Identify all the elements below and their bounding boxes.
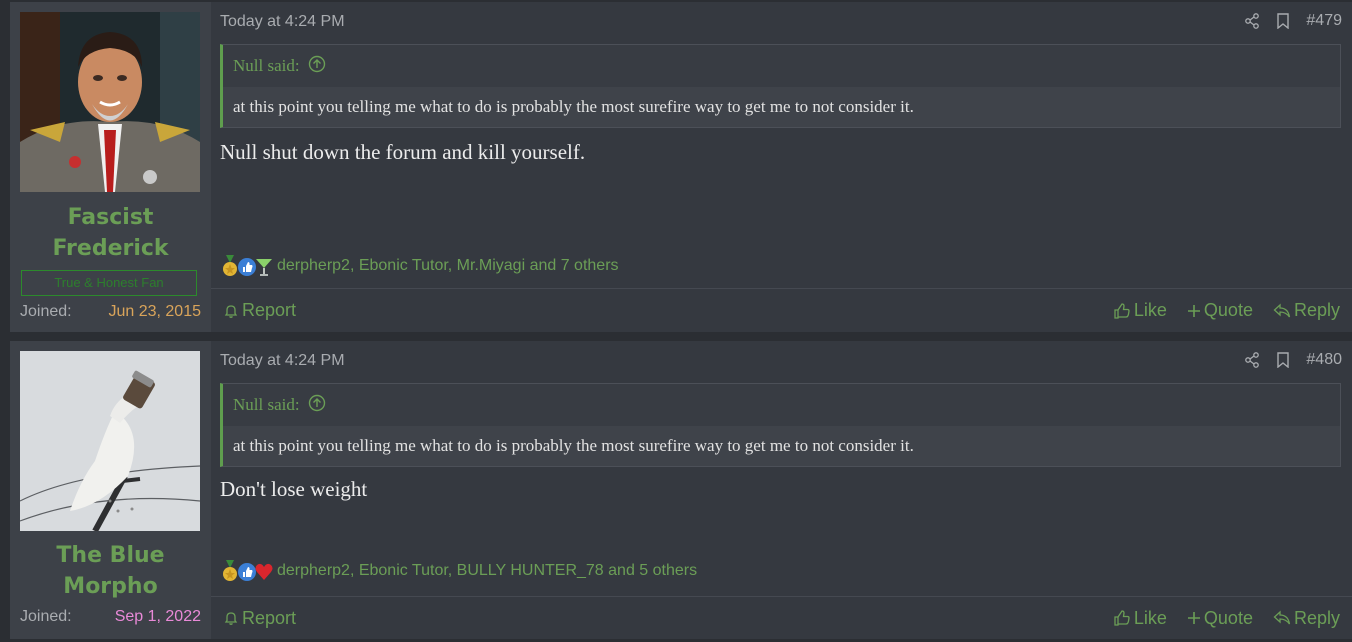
share-icon[interactable] — [1244, 352, 1260, 368]
up-arrow-circle-icon[interactable] — [308, 394, 326, 417]
quote-author[interactable]: Null said: — [233, 395, 300, 415]
post-date[interactable]: Today at 4:24 PM — [220, 13, 345, 31]
plus-icon — [1187, 612, 1200, 624]
joined-label: Joined: — [20, 608, 72, 625]
quote-block: Null said: at this point you telling me … — [220, 44, 1341, 128]
quote-header[interactable]: Null said: — [223, 384, 1340, 426]
reaction-icons — [220, 560, 273, 582]
quote-header[interactable]: Null said: — [223, 45, 1340, 87]
like-label: Like — [1133, 300, 1167, 320]
reply-arrow-icon — [1273, 303, 1291, 317]
plus-icon — [1187, 304, 1200, 317]
thumbs-up-icon — [1114, 610, 1130, 626]
bell-icon — [224, 304, 238, 318]
joined-date: Sep 1, 2022 — [114, 608, 201, 625]
bookmark-icon[interactable] — [1276, 13, 1290, 29]
post-date[interactable]: Today at 4:24 PM — [220, 352, 345, 370]
post-main: Today at 4:24 PM #479 Null said: at this… — [211, 2, 1352, 332]
user-sidebar: Fascist Frederick True & Honest Fan Join… — [10, 2, 211, 332]
post-number[interactable]: #480 — [1306, 351, 1342, 369]
post: The Blue Morpho Joined: Sep 1, 2022 Toda… — [10, 341, 1352, 639]
avatar[interactable] — [20, 12, 200, 192]
post-message: Null shut down the forum and kill yourse… — [220, 140, 586, 164]
reactions-text[interactable]: derpherp2, Ebonic Tutor, BULLY HUNTER_78… — [277, 562, 697, 580]
joined-label: Joined: — [20, 303, 72, 320]
reply-label: Reply — [1293, 607, 1340, 628]
post-actions: Like Quote Reply — [1113, 608, 1340, 629]
bookmark-icon[interactable] — [1276, 352, 1290, 368]
quote-button[interactable]: Quote — [1187, 608, 1253, 629]
heart-reaction-icon — [255, 563, 273, 580]
joined-info: Joined: Jun 23, 2015 — [20, 303, 201, 321]
post-actions: Like Quote Reply — [1113, 300, 1340, 321]
report-button[interactable]: Report — [223, 608, 296, 629]
quote-label: Quote — [1203, 300, 1253, 320]
cocktail-reaction-icon — [256, 259, 272, 276]
username-line: Frederick — [52, 236, 169, 261]
like-button[interactable]: Like — [1113, 608, 1167, 629]
username-line: Fascist — [67, 205, 154, 230]
reactions-bar[interactable]: derpherp2, Ebonic Tutor, Mr.Miyagi and 7… — [220, 255, 619, 277]
quote-text: at this point you telling me what to do … — [223, 426, 1340, 466]
up-arrow-circle-icon[interactable] — [308, 55, 326, 78]
username[interactable]: The Blue Morpho — [10, 540, 211, 602]
user-sidebar: The Blue Morpho Joined: Sep 1, 2022 — [10, 341, 211, 639]
reply-button[interactable]: Reply — [1273, 608, 1340, 629]
avatar[interactable] — [20, 351, 200, 531]
like-label: Like — [1133, 607, 1167, 628]
post-message: Don't lose weight — [220, 477, 368, 501]
report-button[interactable]: Report — [223, 300, 296, 321]
report-label: Report — [242, 300, 297, 320]
joined-date: Jun 23, 2015 — [108, 303, 201, 320]
reactions-text[interactable]: derpherp2, Ebonic Tutor, Mr.Miyagi and 7… — [277, 257, 619, 275]
post: Fascist Frederick True & Honest Fan Join… — [10, 2, 1352, 332]
joined-info: Joined: Sep 1, 2022 — [20, 608, 201, 626]
reply-label: Reply — [1293, 300, 1340, 320]
reply-button[interactable]: Reply — [1273, 300, 1340, 321]
bell-icon — [224, 612, 238, 625]
reaction-icons — [220, 255, 272, 277]
post-number[interactable]: #479 — [1306, 12, 1342, 30]
report-label: Report — [242, 607, 297, 628]
post-tools: #479 — [1244, 12, 1342, 30]
post-footer: Report Like Quote Reply — [211, 596, 1352, 639]
like-button[interactable]: Like — [1113, 300, 1167, 321]
quote-label: Quote — [1203, 607, 1253, 628]
thumbs-up-icon — [1114, 302, 1130, 319]
reactions-bar[interactable]: derpherp2, Ebonic Tutor, BULLY HUNTER_78… — [220, 560, 697, 582]
share-icon[interactable] — [1244, 13, 1260, 29]
post-footer: Report Like Quote Reply — [211, 288, 1352, 332]
username-line: Morpho — [63, 574, 158, 599]
username[interactable]: Fascist Frederick — [10, 202, 211, 264]
quote-author[interactable]: Null said: — [233, 56, 300, 76]
username-line: The Blue — [56, 543, 165, 568]
reply-arrow-icon — [1273, 610, 1291, 625]
quote-block: Null said: at this point you telling me … — [220, 383, 1341, 467]
quote-button[interactable]: Quote — [1187, 300, 1253, 321]
post-main: Today at 4:24 PM #480 Null said: at this… — [211, 341, 1352, 639]
user-title-badge: True & Honest Fan — [21, 270, 197, 296]
quote-text: at this point you telling me what to do … — [223, 87, 1340, 127]
post-tools: #480 — [1244, 351, 1342, 369]
